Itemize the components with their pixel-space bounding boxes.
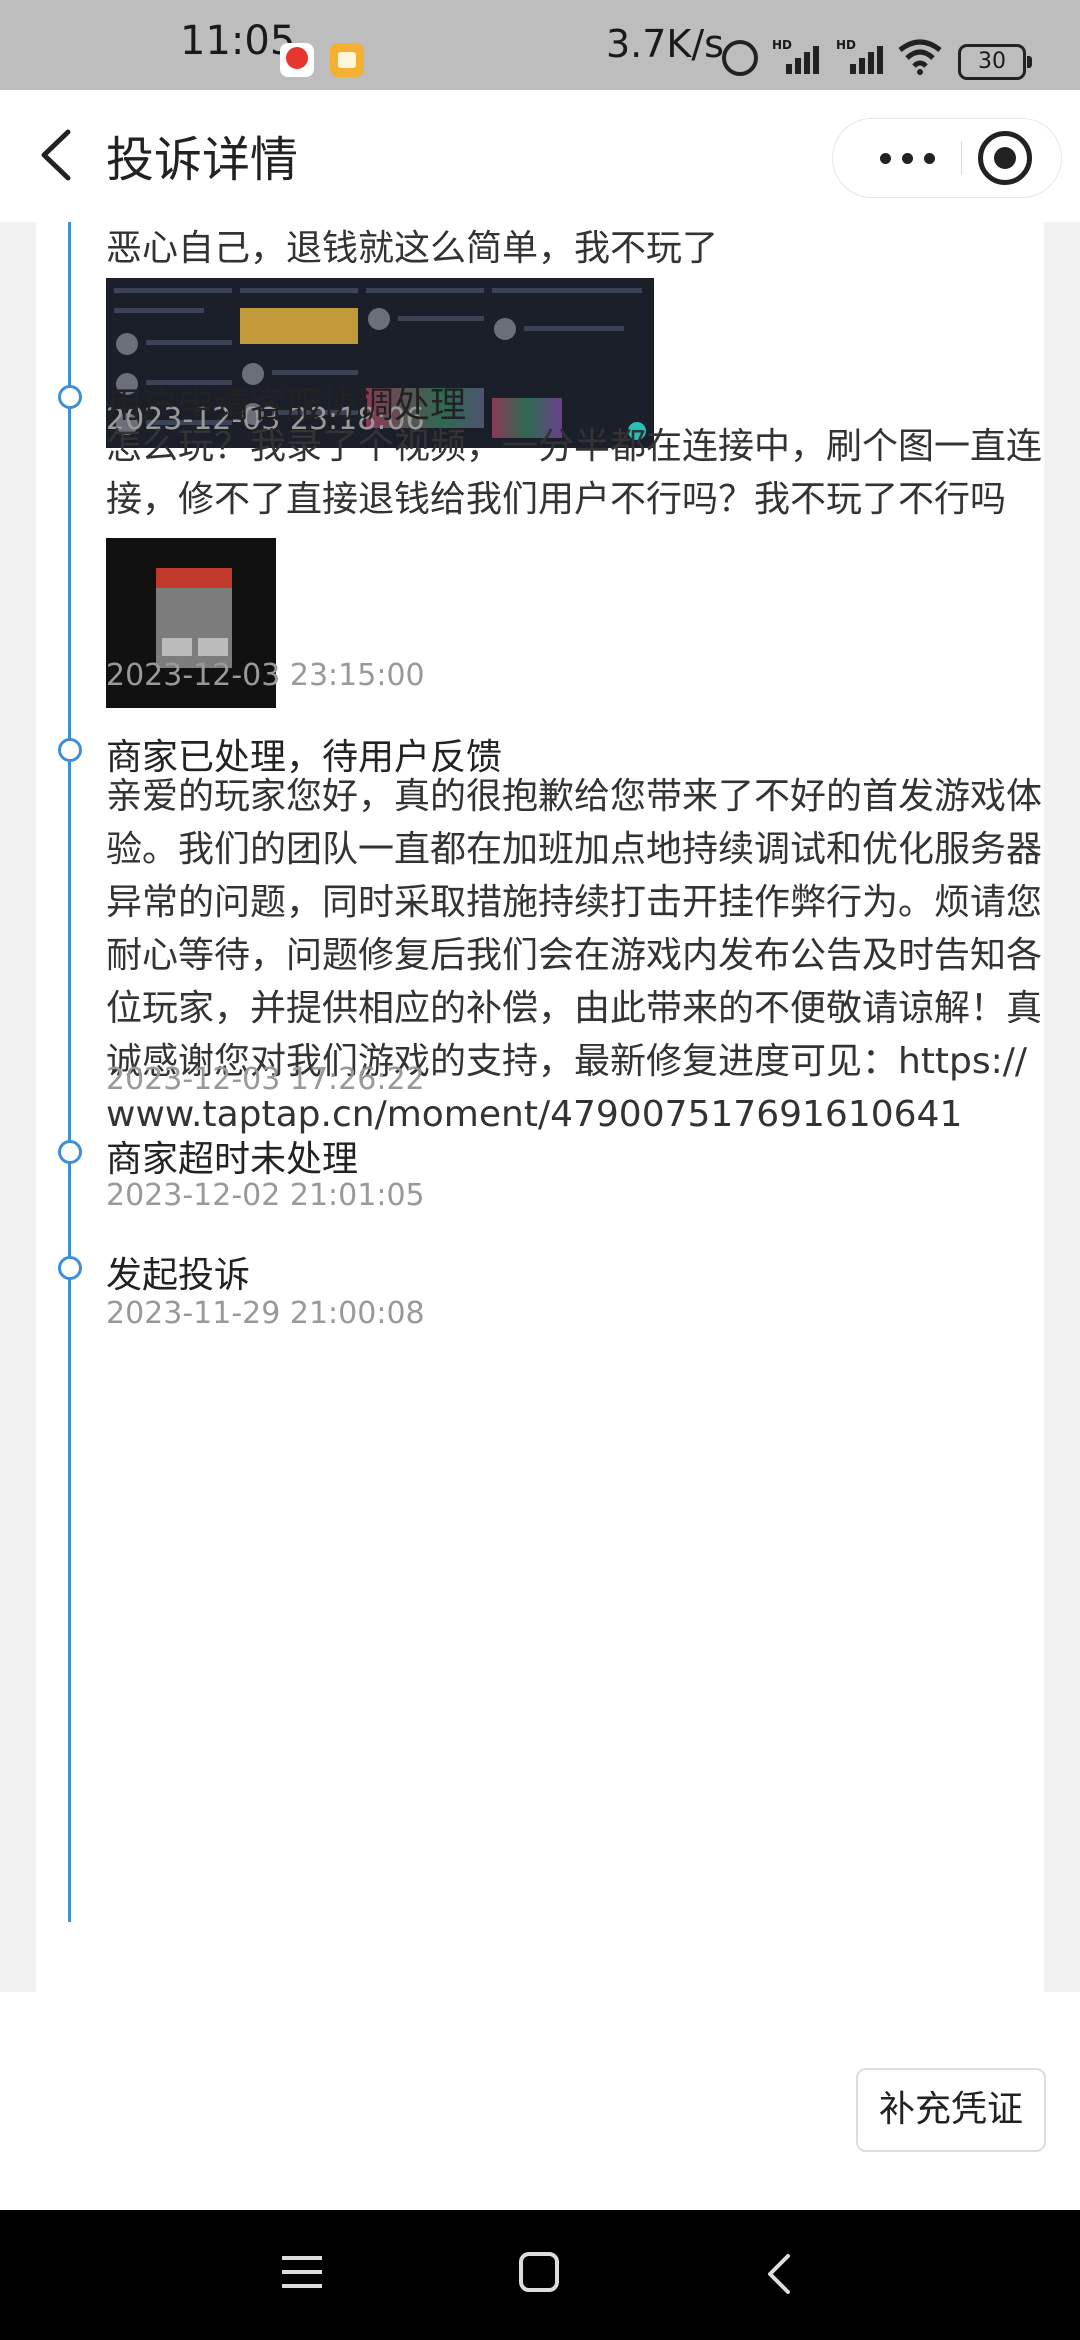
timeline-node — [58, 1140, 82, 1164]
event-title: 发起投诉 — [106, 1255, 251, 1296]
wifi-icon — [898, 39, 942, 75]
right-margin — [1044, 222, 1080, 1992]
network-speed: 3.7K/s — [606, 22, 724, 66]
left-margin — [0, 222, 36, 1992]
system-nav-bar — [0, 2210, 1080, 2340]
alarm-icon — [722, 40, 758, 76]
status-bar: 11:05 3.7K/s HD HD 30 — [0, 0, 1080, 90]
event-title: 商家超时未处理 — [106, 1139, 359, 1180]
timeline-line — [68, 222, 71, 1922]
recent-apps-icon[interactable] — [282, 2252, 322, 2292]
page-header: 投诉详情 — [0, 90, 1080, 222]
signal-2-icon: HD — [836, 38, 884, 74]
baidu-app-icon — [280, 43, 314, 77]
system-back-icon[interactable] — [760, 2250, 800, 2298]
supplement-evidence-button[interactable]: 补充凭证 — [856, 2068, 1046, 2152]
event-text: 怎么玩？我录了个视频，一分半都在连接中，刷个图一直连接，修不了直接退钱给我们用户… — [106, 426, 1043, 520]
event-text: 恶心自己，退钱就这么简单，我不玩了 — [106, 228, 719, 269]
event-time: 2023-12-03 17:26:22 — [106, 1062, 425, 1097]
page-title: 投诉详情 — [106, 132, 299, 188]
more-icon[interactable] — [868, 119, 948, 197]
battery-icon: 30 — [958, 44, 1032, 80]
complaint-timeline: 恶心自己，退钱就这么简单，我不玩了 2023-12-03 23:18:06 用户… — [36, 222, 1044, 1992]
home-icon[interactable] — [519, 2252, 559, 2292]
signal-1-icon: HD — [772, 38, 820, 74]
event-time: 2023-12-02 21:01:05 — [106, 1178, 425, 1213]
event-time: 2023-11-29 21:00:08 — [106, 1296, 425, 1331]
timeline-node — [58, 385, 82, 409]
back-arrow-icon[interactable] — [28, 120, 88, 190]
event-time: 2023-12-03 23:15:00 — [106, 658, 425, 693]
status-time: 11:05 — [180, 18, 296, 64]
notes-app-icon — [330, 43, 364, 77]
close-miniprogram-icon[interactable] — [978, 131, 1032, 185]
timeline-node — [58, 1256, 82, 1280]
timeline-node — [58, 738, 82, 762]
miniprogram-capsule — [832, 118, 1062, 198]
capsule-divider — [961, 141, 962, 175]
